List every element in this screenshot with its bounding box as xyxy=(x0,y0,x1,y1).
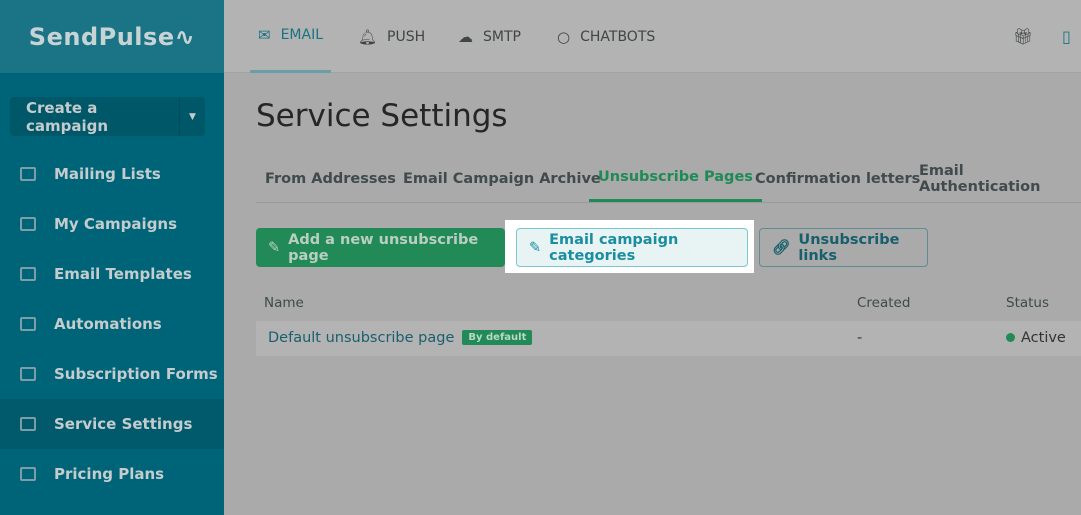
nav-push[interactable]: 🔔︎ PUSH xyxy=(358,0,425,73)
label: SMTP xyxy=(483,28,521,45)
link-icon: 🔗︎ xyxy=(772,240,791,256)
sidebar-item-subscription-forms[interactable]: Subscription Forms xyxy=(0,349,224,399)
table-row: Default unsubscribe page By default - Act… xyxy=(256,321,1081,356)
default-badge: By default xyxy=(462,330,533,345)
email-campaign-categories-button[interactable]: ✎ Email campaign categories xyxy=(516,228,748,267)
campaign-icon xyxy=(20,217,36,231)
nav-chatbots[interactable]: ○ CHATBOTS xyxy=(557,0,655,73)
label: Service Settings xyxy=(54,415,193,433)
nav-smtp[interactable]: ☁ SMTP xyxy=(458,0,521,73)
label: Email campaign categories xyxy=(549,231,679,264)
page-name[interactable]: Default unsubscribe page xyxy=(268,330,454,346)
gift-icon[interactable]: 🎁︎ xyxy=(1013,0,1033,73)
top-nav: ✉ EMAIL 🔔︎ PUSH ☁ SMTP ○ CHATBOTS 🎁︎ ▯ xyxy=(224,0,1081,73)
create-campaign-label: Create a campaign xyxy=(26,98,109,135)
sidebar-item-my-campaigns[interactable]: My Campaigns xyxy=(0,199,224,249)
template-icon xyxy=(20,267,36,281)
unsubscribe-page-link[interactable]: Default unsubscribe page By default xyxy=(268,330,533,346)
chat-icon: ○ xyxy=(557,27,571,46)
sidebar-item-service-settings[interactable]: Service Settings xyxy=(0,399,224,449)
add-unsubscribe-page-button[interactable]: ✎ Add a new unsubscribe page xyxy=(256,228,505,267)
tab-email-authentication[interactable]: Email Authentication xyxy=(910,155,1081,202)
label: Automations xyxy=(54,315,162,333)
form-icon xyxy=(20,367,36,381)
label: Pricing Plans xyxy=(54,465,165,483)
cloud-upload-icon: ☁ xyxy=(458,27,473,46)
label: PUSH xyxy=(387,28,426,45)
tab-from-addresses[interactable]: From Addresses xyxy=(256,155,405,202)
page-title: Service Settings xyxy=(256,98,508,134)
envelope-icon: ✉ xyxy=(258,26,271,44)
bell-icon: 🔔︎ xyxy=(358,27,378,46)
sidebar-item-email-templates[interactable]: Email Templates xyxy=(0,249,224,299)
nav-email[interactable]: ✉ EMAIL xyxy=(250,0,332,73)
list-icon xyxy=(20,167,36,181)
settings-tabs: From Addresses Email Campaign Archive Un… xyxy=(256,155,1081,203)
tab-confirmation-letters[interactable]: Confirmation letters xyxy=(746,155,929,202)
sidebar: SendPulse ∿ Create a campaign ▼ Mailing L… xyxy=(0,0,224,515)
label: Mailing Lists xyxy=(54,165,161,183)
mobile-icon[interactable]: ▯ xyxy=(1062,0,1071,73)
settings-sliders-icon xyxy=(20,417,36,431)
label: Add a new unsubscribe page xyxy=(288,231,479,264)
column-header-status[interactable]: Status xyxy=(1006,295,1049,311)
unsubscribe-links-button[interactable]: 🔗︎ Unsubscribe links xyxy=(759,228,928,267)
sidebar-item-mailing-lists[interactable]: Mailing Lists xyxy=(0,149,224,199)
status: Active xyxy=(1006,330,1066,346)
column-header-created[interactable]: Created xyxy=(857,295,910,311)
column-header-name[interactable]: Name xyxy=(264,295,304,311)
label: Unsubscribe links xyxy=(798,231,900,264)
pulse-icon: ∿ xyxy=(174,22,196,51)
tab-email-campaign-archive[interactable]: Email Campaign Archive xyxy=(394,155,610,202)
automation-icon xyxy=(20,317,36,331)
edit-icon: ✎ xyxy=(529,239,542,256)
created-value: - xyxy=(857,330,863,346)
tab-unsubscribe-pages[interactable]: Unsubscribe Pages xyxy=(589,155,762,202)
caret-down-icon[interactable]: ▼ xyxy=(179,97,205,136)
label: Email Templates xyxy=(54,265,192,283)
status-dot-icon xyxy=(1006,333,1015,342)
label: Subscription Forms xyxy=(54,365,218,383)
sidebar-item-pricing-plans[interactable]: Pricing Plans xyxy=(0,449,224,499)
logo-text: SendPulse xyxy=(28,22,175,51)
create-campaign-button[interactable]: Create a campaign ▼ xyxy=(10,97,205,136)
label: My Campaigns xyxy=(54,215,178,233)
label: EMAIL xyxy=(280,27,324,43)
logo[interactable]: SendPulse ∿ xyxy=(0,0,224,73)
status-text: Active xyxy=(1021,330,1066,346)
wallet-icon xyxy=(20,467,36,481)
edit-icon: ✎ xyxy=(268,239,281,256)
sidebar-item-automations[interactable]: Automations xyxy=(0,299,224,349)
label: CHATBOTS xyxy=(580,28,656,45)
